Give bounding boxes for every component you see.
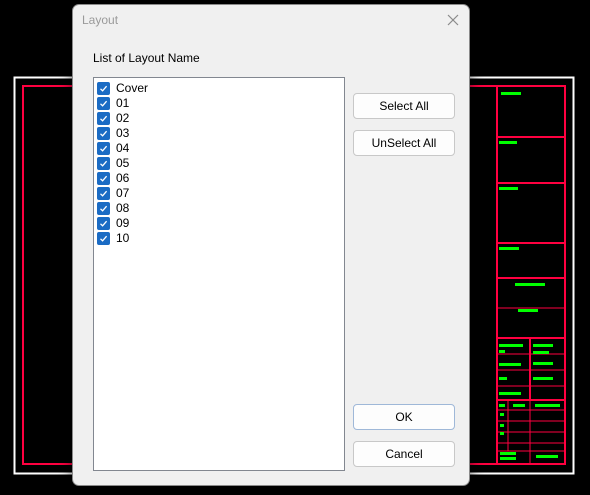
checkmark-icon	[100, 235, 108, 242]
checkmark-icon	[100, 145, 108, 152]
list-item-label: 05	[116, 156, 130, 170]
checkmark-icon	[100, 190, 108, 197]
list-item-label: 04	[116, 141, 130, 155]
list-item[interactable]: Cover	[97, 81, 337, 96]
unselect-all-button[interactable]: UnSelect All	[353, 130, 455, 156]
checkbox[interactable]	[97, 157, 110, 170]
layout-listbox[interactable]: Cover 01 02 03 04 05 06 07 08 09 10	[93, 77, 345, 471]
list-item[interactable]: 06	[97, 171, 337, 186]
checkmark-icon	[100, 205, 108, 212]
list-item[interactable]: 09	[97, 216, 337, 231]
checkmark-icon	[100, 220, 108, 227]
checkmark-icon	[100, 85, 108, 92]
checkbox[interactable]	[97, 232, 110, 245]
checkbox[interactable]	[97, 187, 110, 200]
checkbox[interactable]	[97, 82, 110, 95]
list-item[interactable]: 02	[97, 111, 337, 126]
title-block-cells	[497, 136, 565, 464]
list-item-label: 07	[116, 186, 130, 200]
checkmark-icon	[100, 175, 108, 182]
list-item-label: Cover	[116, 81, 149, 95]
list-item[interactable]: 07	[97, 186, 337, 201]
list-item[interactable]: 08	[97, 201, 337, 216]
checkbox[interactable]	[97, 97, 110, 110]
checkbox[interactable]	[97, 217, 110, 230]
list-item[interactable]: 10	[97, 231, 337, 246]
list-item-label: 01	[116, 96, 130, 110]
checkbox[interactable]	[97, 142, 110, 155]
checkbox[interactable]	[97, 112, 110, 125]
list-item[interactable]: 04	[97, 141, 337, 156]
list-item[interactable]: 03	[97, 126, 337, 141]
list-item-label: 08	[116, 201, 130, 215]
layout-dialog: Layout List of Layout Name Cover 01 02 03 04…	[72, 4, 470, 486]
checkmark-icon	[100, 100, 108, 107]
checkmark-icon	[100, 115, 108, 122]
close-icon	[447, 14, 459, 26]
checkmark-icon	[100, 160, 108, 167]
list-item[interactable]: 05	[97, 156, 337, 171]
layout-list-label: List of Layout Name	[93, 51, 200, 65]
list-item-label: 06	[116, 171, 130, 185]
checkbox[interactable]	[97, 127, 110, 140]
dialog-title: Layout	[82, 13, 119, 27]
cancel-button[interactable]: Cancel	[353, 441, 455, 467]
list-item[interactable]: 01	[97, 96, 337, 111]
dialog-titlebar[interactable]: Layout	[73, 5, 469, 35]
close-button[interactable]	[441, 9, 465, 31]
list-item-label: 02	[116, 111, 130, 125]
list-item-label: 03	[116, 126, 130, 140]
checkmark-icon	[100, 130, 108, 137]
list-item-label: 10	[116, 231, 130, 245]
checkbox[interactable]	[97, 172, 110, 185]
checkbox[interactable]	[97, 202, 110, 215]
select-all-button[interactable]: Select All	[353, 93, 455, 119]
ok-button[interactable]: OK	[353, 404, 455, 430]
list-item-label: 09	[116, 216, 130, 230]
